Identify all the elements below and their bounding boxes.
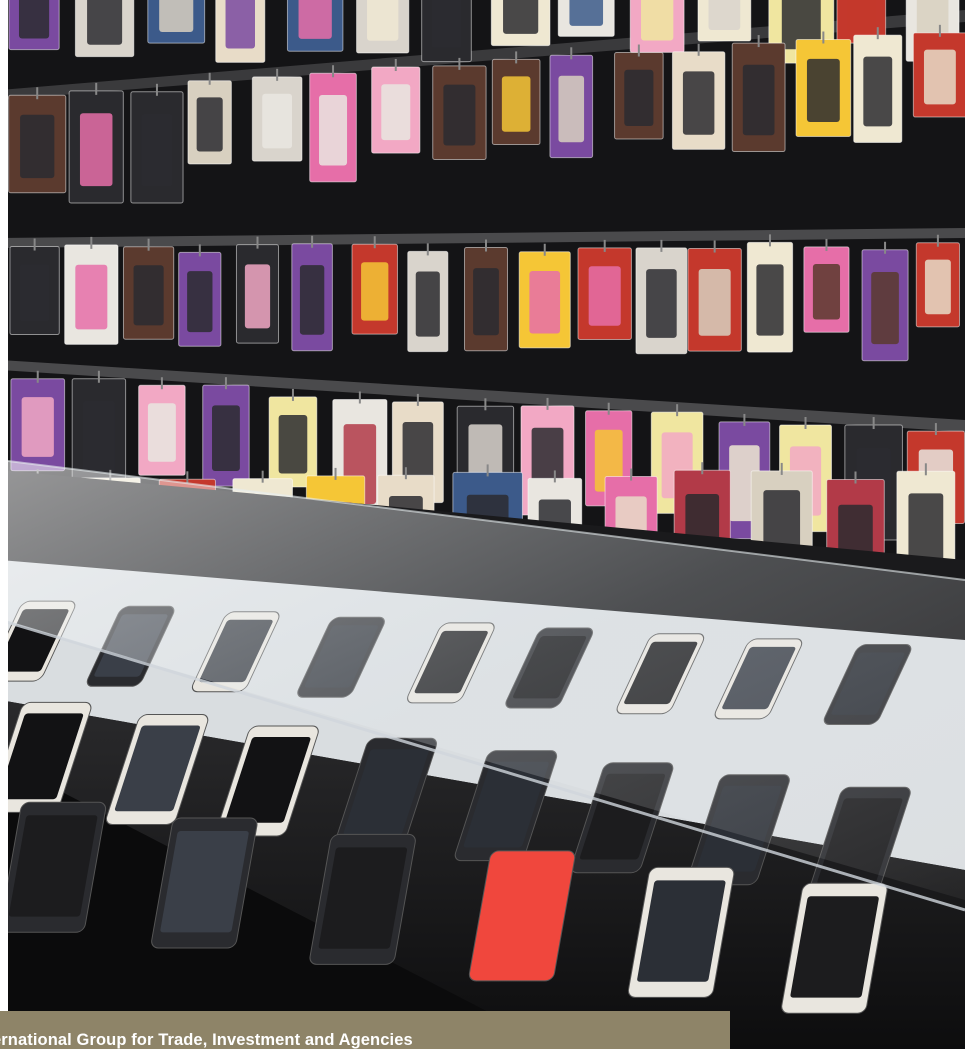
accessory-pack xyxy=(635,239,688,355)
accessory-pack xyxy=(490,0,551,47)
accessory-pack xyxy=(122,238,175,340)
accessory-pack xyxy=(130,83,184,204)
accessory-pack xyxy=(577,239,632,340)
accessory-pack xyxy=(356,0,410,54)
accessory-pack xyxy=(147,0,206,44)
accessory-pack xyxy=(202,377,250,487)
accessory-pack xyxy=(697,0,752,42)
accessory-pack xyxy=(74,0,135,58)
accessory-pack xyxy=(671,43,726,150)
accessory-pack xyxy=(795,31,852,138)
accessory-pack xyxy=(309,65,357,183)
accessory-pack xyxy=(251,68,303,162)
accessory-pack xyxy=(853,27,903,143)
accessory-pack xyxy=(187,72,232,165)
accessory-pack xyxy=(629,0,685,53)
left-border xyxy=(0,0,8,1049)
accessory-pack xyxy=(861,241,909,362)
accessory-pack xyxy=(235,236,280,344)
accessory-pack xyxy=(557,0,615,37)
store-photo xyxy=(0,0,965,1049)
accessory-pack xyxy=(464,239,509,352)
phone-accessories-display-illustration xyxy=(0,0,965,1049)
accessory-pack xyxy=(687,240,742,352)
accessory-pack xyxy=(746,234,794,353)
accessory-pack xyxy=(286,0,344,52)
accessory-pack xyxy=(518,243,571,349)
accessory-pack xyxy=(9,238,60,336)
accessory-pack xyxy=(432,57,487,161)
accessory-pack xyxy=(803,238,850,333)
accessory-pack xyxy=(178,244,222,347)
accessory-pack xyxy=(915,234,960,328)
accessory-pack xyxy=(614,44,664,140)
accessory-pack xyxy=(371,58,421,154)
accessory-pack xyxy=(215,0,266,63)
caption-banner: ernational Group for Trade, Investment a… xyxy=(0,1011,730,1049)
caption-text: ernational Group for Trade, Investment a… xyxy=(0,1031,413,1049)
accessory-pack xyxy=(10,370,66,472)
accessory-pack xyxy=(407,243,449,353)
accessory-pack xyxy=(421,0,472,63)
accessory-pack xyxy=(291,235,333,352)
accessory-pack xyxy=(351,236,398,335)
accessory-pack xyxy=(8,0,60,51)
accessory-pack xyxy=(549,47,594,159)
accessory-pack xyxy=(68,82,124,204)
accessory-pack xyxy=(64,236,119,345)
accessory-pack xyxy=(491,51,541,145)
accessory-pack xyxy=(8,87,67,194)
accessory-pack xyxy=(912,24,965,118)
accessory-pack xyxy=(138,377,186,476)
accessory-pack xyxy=(731,35,786,153)
accessory-pack xyxy=(268,388,318,488)
